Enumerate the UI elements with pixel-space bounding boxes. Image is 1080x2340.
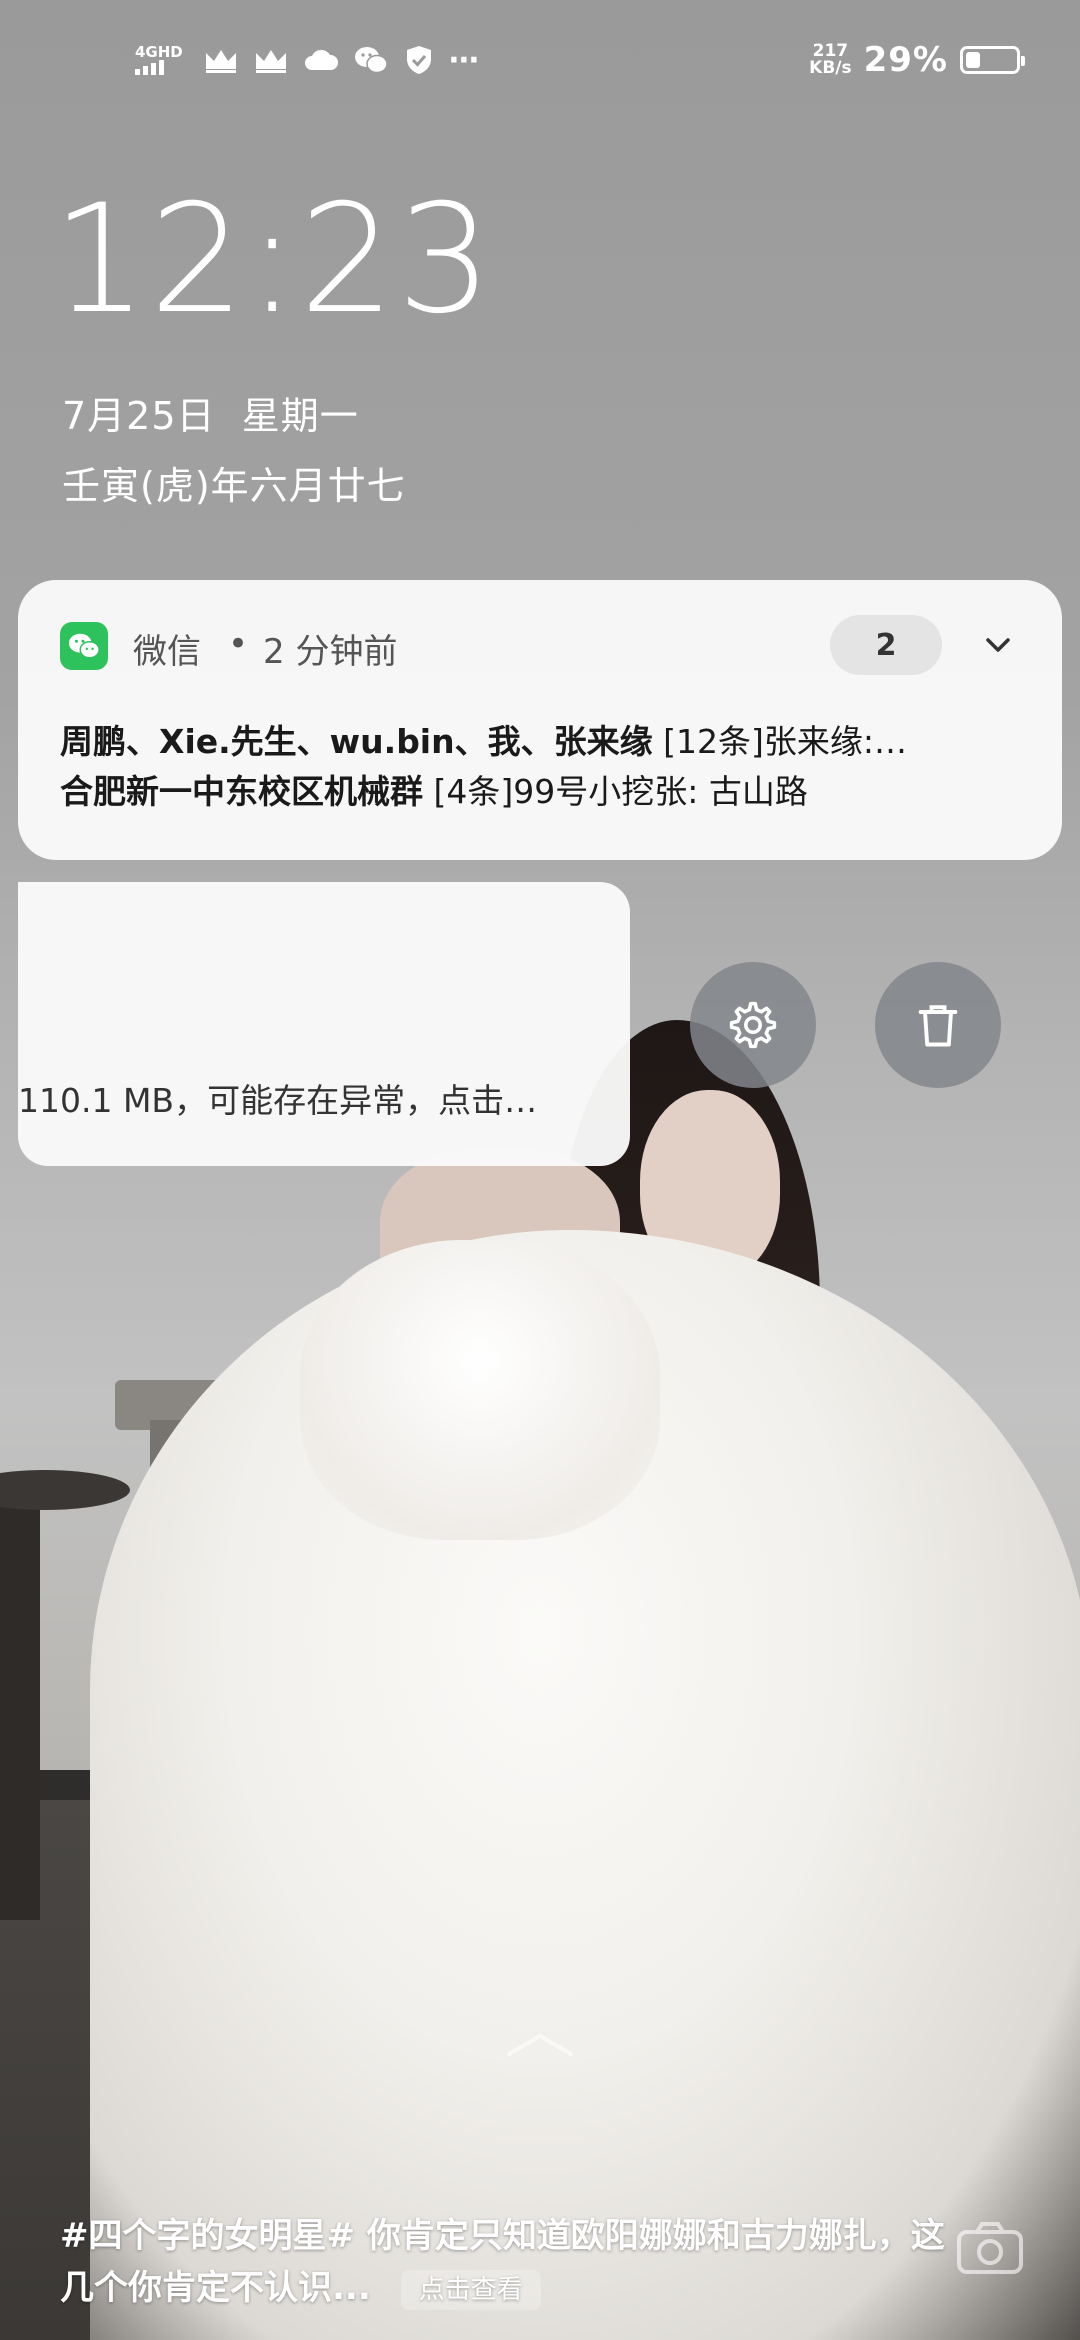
notification-app-name: 微信	[133, 632, 201, 672]
magazine-view-button[interactable]: 点击查看	[400, 2269, 541, 2310]
notification-separator: •	[228, 624, 249, 664]
status-bar: 4GHD ⋯ 217 KB/s 29%	[0, 0, 1080, 120]
notification-message[interactable]: 合肥新一中东校区机械群 [4条]99号小挖张: 古山路	[60, 765, 808, 813]
wechat-app-icon	[60, 622, 108, 670]
wallpaper-side-table-leg	[0, 1500, 40, 1920]
swiped-notification-text: 110.1 MB，可能存在异常，点击…	[18, 1081, 538, 1120]
network-speed: 217 KB/s	[809, 43, 851, 77]
crown-icon	[203, 45, 239, 75]
message-preview: [12条]张来缘:…	[663, 722, 907, 761]
chevron-down-icon[interactable]	[978, 625, 1018, 665]
swipe-up-chevron-icon	[505, 2030, 575, 2060]
camera-icon[interactable]	[955, 2218, 1025, 2278]
cloud-icon	[303, 45, 339, 75]
network-type: 4GHD	[135, 43, 183, 61]
battery-percent: 29%	[863, 40, 948, 80]
lock-screen: 4GHD ⋯ 217 KB/s 29% 12:23 7月25日 星期一 壬寅(虎…	[0, 0, 1080, 2340]
notification-message[interactable]: 周鹏、Xie.先生、wu.bin、我、张来缘 [12条]张来缘:…	[60, 715, 907, 763]
message-sender: 周鹏、Xie.先生、wu.bin、我、张来缘	[60, 722, 653, 761]
magazine-caption[interactable]: #四个字的女明星# 你肯定只知道欧阳娜娜和古力娜扎，这几个你肯定不认识... 点击…	[60, 2210, 960, 2314]
battery-level-fill	[966, 52, 980, 68]
notification-delete-button[interactable]	[875, 962, 1001, 1088]
message-sender: 合肥新一中东校区机械群	[60, 772, 423, 811]
wechat-notification-card[interactable]: 微信 • 2 分钟前 2 周鹏、Xie.先生、wu.bin、我、张来缘 [12条…	[18, 580, 1062, 860]
status-bar-left: 4GHD ⋯	[135, 40, 481, 80]
network-speed-unit: KB/s	[809, 58, 852, 78]
more-icon: ⋯	[448, 42, 481, 78]
notification-count-badge[interactable]: 2	[830, 615, 942, 675]
crown-icon	[253, 45, 289, 75]
wechat-icon	[353, 45, 389, 75]
message-preview: [4条]99号小挖张: 古山路	[433, 772, 808, 811]
shield-check-icon	[403, 44, 435, 76]
battery-icon	[960, 46, 1025, 74]
cellular-signal-icon: 4GHD	[135, 45, 183, 75]
notification-time: 2 分钟前	[263, 632, 398, 672]
notification-settings-button[interactable]	[690, 962, 816, 1088]
lockscreen-date: 7月25日 星期一	[62, 394, 359, 438]
lockscreen-lunar-date: 壬寅(虎)年六月廿七	[62, 464, 406, 508]
wallpaper-side-table	[0, 1470, 130, 1510]
signal-bars	[135, 60, 164, 75]
wallpaper-dress-bodice	[300, 1240, 660, 1540]
swiped-notification-card[interactable]: 110.1 MB，可能存在异常，点击…	[18, 882, 630, 1166]
status-bar-right: 217 KB/s 29%	[809, 38, 1025, 82]
gear-icon	[729, 1001, 777, 1049]
trash-icon	[918, 1005, 958, 1047]
lockscreen-clock: 12:23	[52, 173, 495, 347]
